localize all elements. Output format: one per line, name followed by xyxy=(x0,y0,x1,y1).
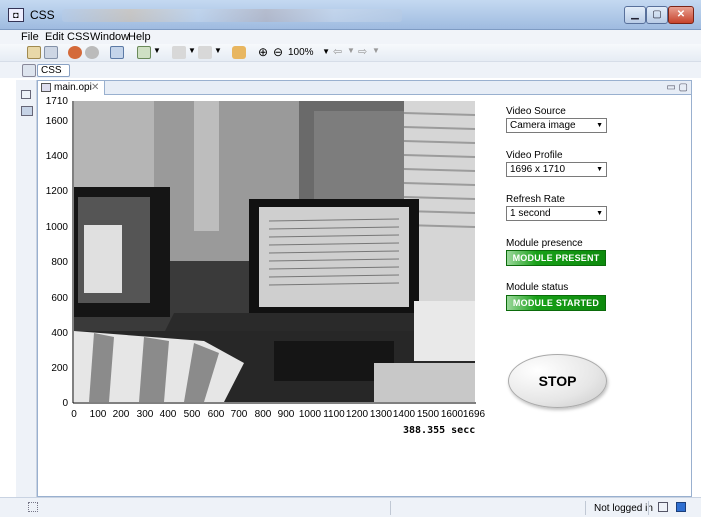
video-profile-value: 1696 x 1710 xyxy=(510,164,566,175)
video-source-label: Video Source xyxy=(506,106,566,117)
status-separator xyxy=(648,501,649,515)
video-profile-label: Video Profile xyxy=(506,150,563,161)
y-tick-label: 1000 xyxy=(45,222,68,233)
video-source-select[interactable]: Camera image ▼ xyxy=(506,118,607,133)
stop-button[interactable]: STOP xyxy=(508,354,607,408)
video-profile-select[interactable]: 1696 x 1710 ▼ xyxy=(506,162,607,177)
camera-image xyxy=(74,101,475,402)
module-status-label: Module status xyxy=(506,282,569,293)
refresh-rate-label: Refresh Rate xyxy=(506,194,565,205)
fast-view-icon[interactable] xyxy=(28,502,38,512)
y-tick-label: 400 xyxy=(51,328,68,339)
video-source-value: Camera image xyxy=(510,120,576,131)
chevron-down-icon: ▼ xyxy=(596,122,603,129)
x-tick-label: 1696 xyxy=(462,409,486,420)
y-tick-label: 1600 xyxy=(45,116,68,127)
status-bar: Not logged in xyxy=(0,497,701,517)
y-tick-label: 800 xyxy=(51,257,68,268)
y-tick-label: 600 xyxy=(51,293,68,304)
chevron-down-icon: ▼ xyxy=(596,166,603,173)
elapsed-time-readout: 388.355 secc xyxy=(403,425,476,436)
y-tick-label: 200 xyxy=(51,363,68,374)
login-status: Not logged in xyxy=(594,503,653,514)
module-presence-label: Module presence xyxy=(506,238,583,249)
refresh-rate-select[interactable]: 1 second ▼ xyxy=(506,206,607,221)
y-tick-label: 0 xyxy=(62,398,68,409)
refresh-rate-value: 1 second xyxy=(510,208,551,219)
chevron-down-icon: ▼ xyxy=(596,210,603,217)
status-separator xyxy=(585,501,586,515)
console-icon[interactable] xyxy=(676,502,686,512)
y-tick-label: 1400 xyxy=(45,151,68,162)
status-separator xyxy=(390,501,391,515)
restore-icon[interactable] xyxy=(658,502,668,512)
module-presence-indicator: MODULE PRESENT xyxy=(506,250,606,266)
y-tick-label: 1710 xyxy=(45,96,68,107)
y-tick-label: 1200 xyxy=(45,186,68,197)
camera-scene xyxy=(74,101,475,402)
module-status-indicator: MODULE STARTED xyxy=(506,295,606,311)
